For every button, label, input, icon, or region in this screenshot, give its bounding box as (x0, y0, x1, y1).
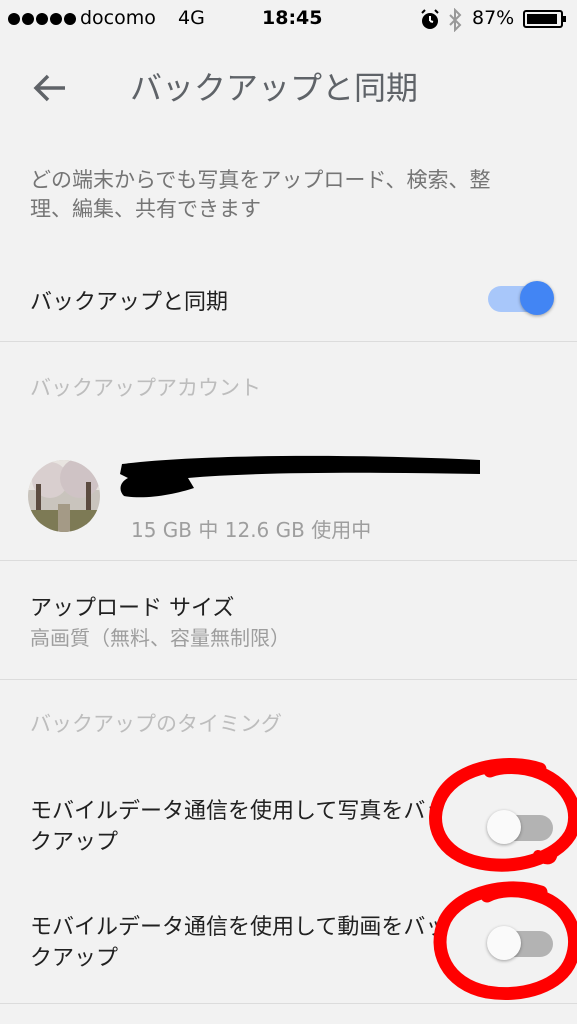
battery-icon (523, 10, 566, 28)
divider (0, 679, 577, 680)
divider (0, 341, 577, 342)
description-text: どの端末からでも写真をアップロード、検索、整理、編集、共有できます (30, 168, 491, 221)
videos-mobile-data-label: モバイルデータ通信を使用して動画をバックアップ (30, 915, 448, 971)
bluetooth-icon (449, 8, 462, 32)
carrier-name: docomo (80, 7, 156, 29)
backup-timing-heading: バックアップのタイミング (30, 712, 282, 736)
backup-account-heading: バックアップアカウント (30, 376, 261, 400)
redacted-account-name (120, 455, 480, 498)
avatar (28, 460, 100, 532)
annotation-circle (429, 758, 577, 872)
backup-sync-toggle[interactable] (488, 281, 554, 317)
photos-mobile-data-label: モバイルデータ通信を使用して写真をバックアップ (30, 799, 448, 855)
page-title: バックアップと同期 (130, 69, 419, 107)
network-type: 4G (178, 7, 205, 29)
upload-size-label: アップロード サイズ (30, 596, 235, 621)
alarm-icon (421, 9, 439, 29)
storage-usage: 15 GB 中 12.6 GB 使用中 (131, 518, 372, 542)
signal-strength-icon (8, 13, 76, 25)
backup-sync-label: バックアップと同期 (30, 290, 229, 315)
status-bar: docomo 4G 18:45 87% (0, 0, 577, 40)
upload-size-value: 高画質（無料、容量無制限） (30, 626, 290, 650)
clock: 18:45 (262, 7, 323, 29)
battery-percent: 87% (472, 7, 515, 29)
annotation-circle (433, 881, 577, 1001)
back-arrow-icon[interactable] (32, 72, 68, 104)
